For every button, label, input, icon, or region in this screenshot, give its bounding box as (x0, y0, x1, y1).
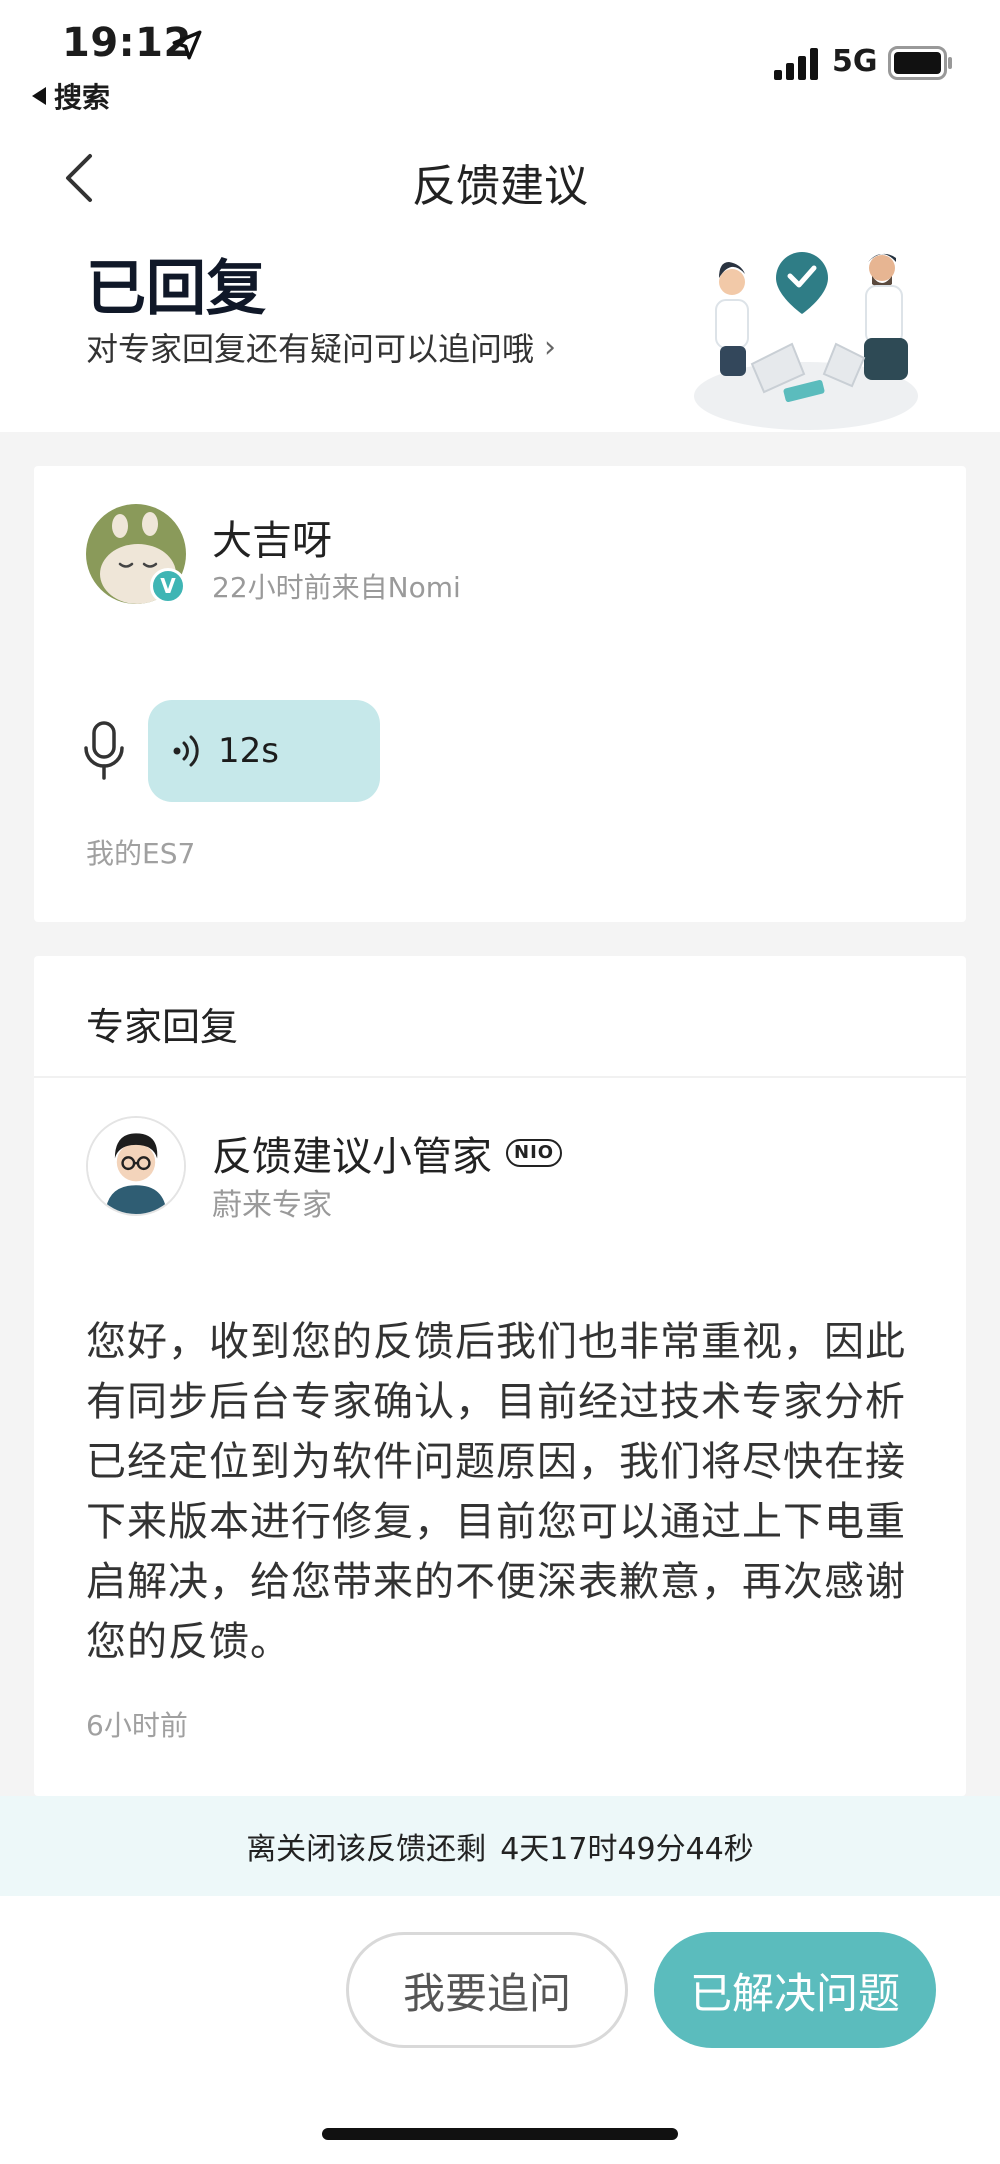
home-indicator[interactable] (322, 2128, 678, 2140)
expert-reply-heading: 专家回复 (86, 1005, 239, 1049)
page-title: 反馈建议 (412, 161, 588, 212)
back-chevron-icon[interactable] (60, 150, 100, 206)
reply-status-title: 已回复 (86, 254, 266, 324)
countdown-label: 离关闭该反馈还剩 (246, 1832, 487, 1867)
follow-up-button[interactable]: 我要追问 (346, 1932, 628, 2048)
close-countdown: 离关闭该反馈还剩 4天17时49分44秒 (0, 1796, 1000, 1896)
support-illustration (694, 252, 918, 430)
expert-reply-text: 您好，收到您的反馈后我们也非常重视，因此有同步后台专家确认，目前经过技术专家分析… (86, 1319, 906, 1665)
voice-duration: 12s (218, 731, 279, 771)
car-tag: 我的ES7 (86, 837, 196, 870)
back-app-label: 搜索 (54, 81, 111, 114)
countdown-remaining: 4天17时49分44秒 (500, 1832, 754, 1867)
microphone-icon (84, 721, 124, 780)
signal-icon (774, 48, 818, 80)
network-type: 5G (832, 44, 878, 79)
expert-avatar[interactable] (86, 1116, 186, 1216)
expert-role: 蔚来专家 (212, 1188, 332, 1223)
back-triangle-icon (32, 87, 46, 105)
expert-name: 反馈建议小管家 (212, 1134, 492, 1180)
feedback-meta: 22小时前来自Nomi (212, 571, 461, 604)
verified-icon: V (150, 568, 186, 604)
brand-badge: NIO (506, 1139, 563, 1167)
divider (34, 1076, 966, 1078)
chevron-right-icon: › (544, 329, 557, 365)
voice-message-player[interactable]: 12s (148, 700, 380, 802)
follow-up-hint-link[interactable]: 对专家回复还有疑问可以追问哦 › (86, 324, 556, 370)
resolved-button[interactable]: 已解决问题 (654, 1932, 936, 2048)
reply-timestamp: 6小时前 (86, 1709, 188, 1742)
back-to-app-link[interactable]: 搜索 (32, 76, 110, 116)
expert-name-row: 反馈建议小管家 NIO (212, 1124, 563, 1182)
user-name: 大吉呀 (212, 518, 332, 564)
location-arrow-icon (172, 30, 202, 60)
follow-up-hint-text: 对专家回复还有疑问可以追问哦 (86, 330, 535, 368)
expert-avatar-image (88, 1118, 184, 1214)
sound-wave-icon (173, 735, 199, 767)
battery-icon (888, 46, 952, 80)
